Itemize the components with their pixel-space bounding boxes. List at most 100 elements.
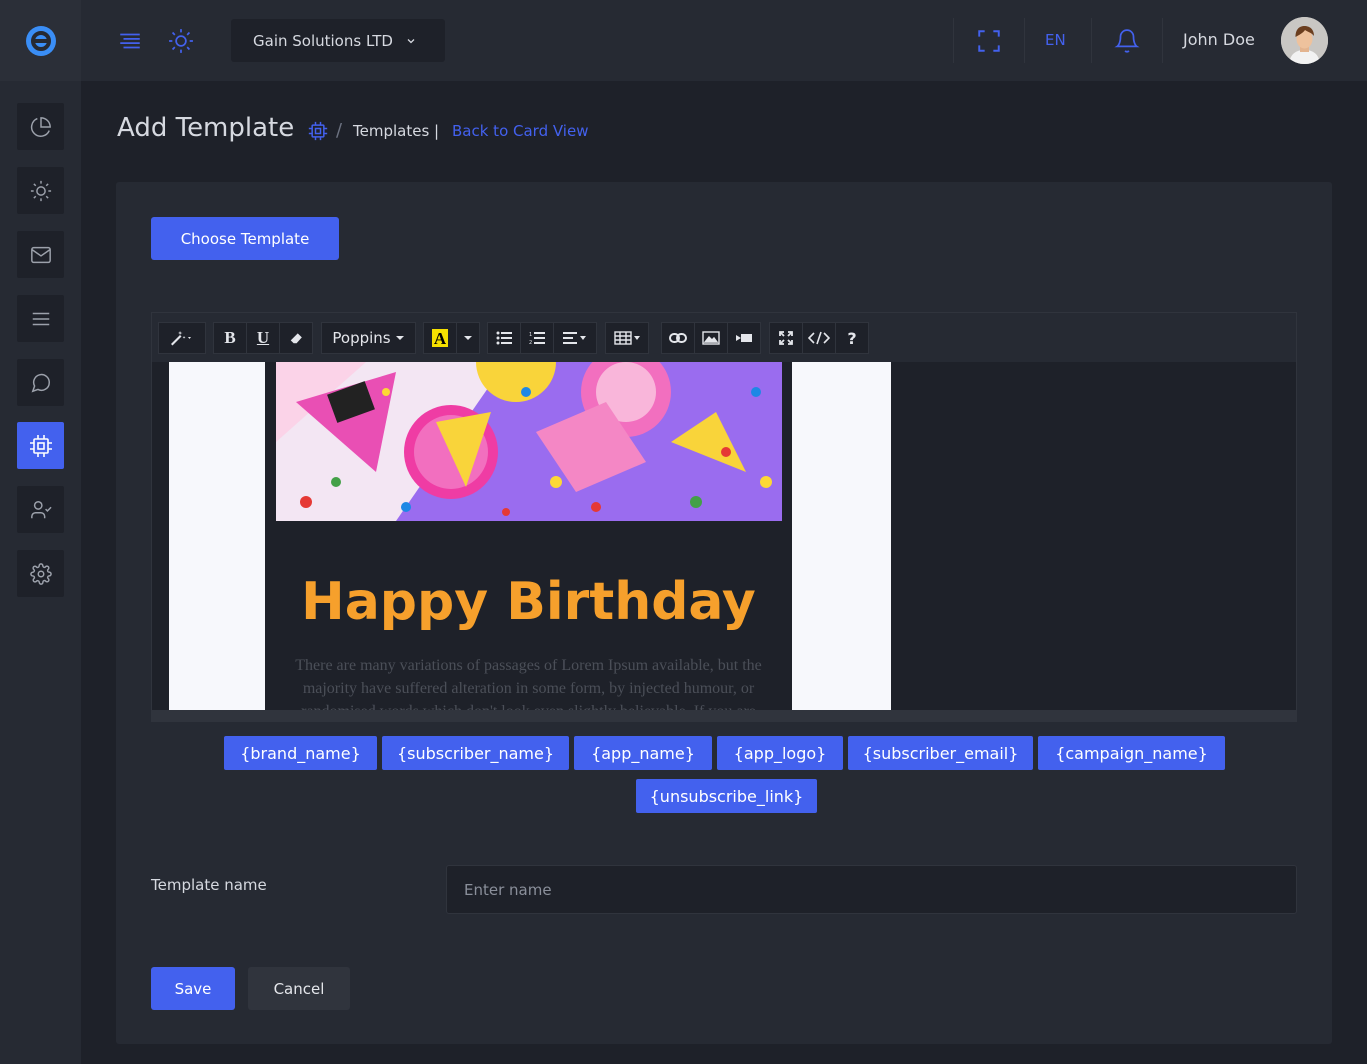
table-dropdown[interactable] [605, 322, 649, 354]
svg-text:A: A [434, 329, 447, 348]
sun-icon [30, 180, 51, 201]
menu-toggle-button[interactable] [114, 25, 146, 57]
image-icon [702, 331, 720, 345]
sidebar [0, 0, 81, 1064]
fullscreen-icon [978, 30, 1000, 52]
table-icon [614, 331, 640, 345]
text-color-button[interactable]: A [423, 322, 457, 354]
caret-down-icon [395, 336, 404, 340]
bell-icon [1114, 29, 1140, 53]
video-icon [736, 334, 752, 342]
divider [1024, 18, 1025, 63]
pie-chart-icon [30, 116, 51, 137]
tag-subscriber-email[interactable]: {subscriber_email} [848, 736, 1033, 770]
user-name[interactable]: John Doe [1183, 30, 1255, 49]
rich-text-editor: B U Poppins A 12 ? Happy Birthday There … [151, 312, 1297, 722]
save-button[interactable]: Save [151, 967, 235, 1010]
help-button[interactable]: ? [835, 322, 869, 354]
font-family-dropdown[interactable]: Poppins [321, 322, 416, 354]
topbar: Gain Solutions LTD EN John Doe [81, 0, 1367, 81]
editor-toolbar: B U Poppins A 12 ? [152, 313, 1296, 362]
chevron-down-icon [407, 38, 415, 43]
expand-icon [779, 331, 793, 345]
code-icon [808, 331, 830, 345]
sun-icon [169, 29, 193, 53]
user-avatar-image [1281, 17, 1328, 64]
theme-toggle-button[interactable] [165, 25, 197, 57]
paragraph-align-dropdown[interactable] [553, 322, 597, 354]
avatar[interactable] [1281, 17, 1328, 64]
tag-app-name[interactable]: {app_name} [574, 736, 712, 770]
back-to-card-view-link[interactable]: Back to Card View [452, 122, 588, 140]
list-bullet-icon [496, 331, 512, 345]
link-icon [669, 333, 687, 343]
sidebar-item-mail[interactable] [17, 231, 64, 278]
align-left-icon [563, 332, 586, 344]
language-selector[interactable]: EN [1045, 31, 1066, 49]
company-selector[interactable]: Gain Solutions LTD [231, 19, 445, 62]
underline-button[interactable]: U [246, 322, 280, 354]
magic-wand-icon [171, 331, 191, 346]
sidebar-item-lists[interactable] [17, 295, 64, 342]
tag-campaign-name[interactable]: {campaign_name} [1038, 736, 1225, 770]
party-image [276, 362, 782, 521]
svg-text:1: 1 [529, 332, 532, 338]
eraser-icon [290, 333, 302, 344]
text-color-dropdown[interactable] [456, 322, 480, 354]
sidebar-item-chat[interactable] [17, 359, 64, 406]
email-body: Happy Birthday There are many variations… [265, 362, 792, 710]
menu-align-icon [120, 33, 140, 49]
mail-icon [30, 246, 51, 263]
text-color-icon: A [432, 329, 448, 348]
font-family-value: Poppins [332, 329, 391, 347]
ordered-list-button[interactable]: 12 [520, 322, 554, 354]
editor-resize-handle[interactable] [152, 710, 1296, 722]
insert-video-button[interactable] [727, 322, 761, 354]
cpu-icon [308, 121, 328, 141]
sidebar-item-subscribers[interactable] [17, 486, 64, 533]
choose-template-button[interactable]: Choose Template [151, 217, 339, 260]
cpu-icon [29, 434, 52, 457]
menu-icon [32, 312, 49, 325]
cancel-button[interactable]: Cancel [248, 967, 350, 1010]
insert-link-button[interactable] [661, 322, 695, 354]
divider [953, 18, 954, 63]
clear-format-button[interactable] [279, 322, 313, 354]
email-paragraph: There are many variations of passages of… [295, 657, 762, 710]
svg-text:2: 2 [529, 340, 532, 345]
tag-subscriber-name[interactable]: {subscriber_name} [382, 736, 569, 770]
editor-content-area[interactable]: Happy Birthday There are many variations… [152, 362, 1296, 710]
settings-icon [29, 562, 52, 585]
list-number-icon: 12 [529, 332, 545, 345]
template-name-input[interactable] [446, 865, 1297, 914]
logo-icon [25, 25, 56, 56]
notifications-button[interactable] [1111, 25, 1143, 57]
sidebar-item-templates[interactable] [17, 422, 64, 469]
sidebar-item-theme[interactable] [17, 167, 64, 214]
insert-image-button[interactable] [694, 322, 728, 354]
tag-unsubscribe-link[interactable]: {unsubscribe_link} [636, 779, 817, 813]
unordered-list-button[interactable] [487, 322, 521, 354]
caret-down-icon [464, 336, 472, 340]
divider [1091, 18, 1092, 63]
fullscreen-editor-button[interactable] [769, 322, 803, 354]
sidebar-item-settings[interactable] [17, 550, 64, 597]
divider [1162, 18, 1163, 63]
sidebar-item-dashboard[interactable] [17, 103, 64, 150]
tag-brand-name[interactable]: {brand_name} [224, 736, 377, 770]
birthday-banner-image [276, 362, 782, 521]
bold-button[interactable]: B [213, 322, 247, 354]
company-name: Gain Solutions LTD [253, 31, 393, 50]
breadcrumb-separator: / [336, 120, 343, 141]
user-check-icon [30, 500, 52, 518]
email-heading: Happy Birthday [301, 572, 756, 632]
style-button[interactable] [158, 322, 206, 354]
app-logo[interactable] [0, 0, 81, 81]
breadcrumb-templates[interactable]: Templates | [353, 122, 439, 140]
template-name-label: Template name [151, 876, 267, 894]
code-view-button[interactable] [802, 322, 836, 354]
fullscreen-button[interactable] [973, 25, 1005, 57]
tag-app-logo[interactable]: {app_logo} [717, 736, 843, 770]
page-title: Add Template [117, 113, 295, 143]
chat-icon [31, 373, 50, 392]
